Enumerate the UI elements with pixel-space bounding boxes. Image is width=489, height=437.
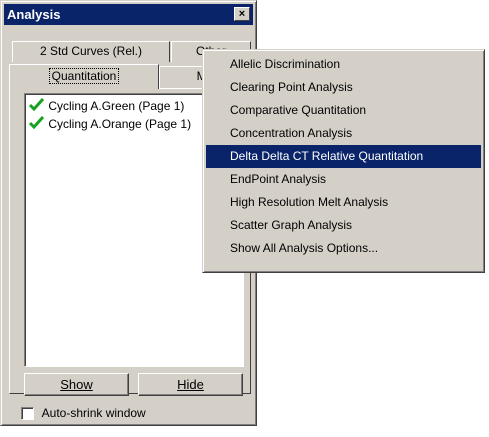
- menu-item-label: Show All Analysis Options...: [230, 241, 379, 255]
- hide-button[interactable]: Hide: [138, 373, 243, 396]
- auto-shrink-option[interactable]: Auto-shrink window: [21, 405, 146, 421]
- menu-item-label: High Resolution Melt Analysis: [230, 195, 389, 209]
- analysis-type-menu: Allelic Discrimination Clearing Point An…: [202, 49, 485, 273]
- auto-shrink-checkbox[interactable]: [21, 407, 34, 421]
- menu-item-label: Scatter Graph Analysis: [230, 218, 353, 232]
- tab-label: Quantitation: [48, 68, 120, 84]
- menu-item-delta-delta-ct[interactable]: Delta Delta CT Relative Quantitation: [206, 145, 481, 168]
- list-item-label: Cycling A.Orange (Page 1): [48, 117, 192, 131]
- title-bar[interactable]: Analysis ×: [4, 4, 253, 25]
- menu-item-allelic-discrimination[interactable]: Allelic Discrimination: [206, 53, 481, 76]
- menu-item-clearing-point-analysis[interactable]: Clearing Point Analysis: [206, 76, 481, 99]
- menu-item-label: Comparative Quantitation: [230, 103, 367, 117]
- menu-item-label: Delta Delta CT Relative Quantitation: [230, 149, 424, 163]
- menu-item-concentration-analysis[interactable]: Concentration Analysis: [206, 122, 481, 145]
- auto-shrink-label: Auto-shrink window: [41, 406, 146, 420]
- tab-2-std-curves[interactable]: 2 Std Curves (Rel.): [12, 41, 170, 62]
- tab-label: 2 Std Curves (Rel.): [39, 44, 143, 58]
- menu-item-scatter-graph[interactable]: Scatter Graph Analysis: [206, 214, 481, 237]
- menu-item-label: EndPoint Analysis: [230, 172, 327, 186]
- window-title: Analysis: [7, 7, 61, 22]
- close-button[interactable]: ×: [234, 7, 250, 21]
- menu-item-show-all-options[interactable]: Show All Analysis Options...: [206, 237, 481, 260]
- list-item-label: Cycling A.Green (Page 1): [48, 99, 185, 113]
- menu-item-label: Clearing Point Analysis: [230, 80, 353, 94]
- list-item[interactable]: Cycling A.Orange (Page 1): [28, 115, 192, 134]
- checkmark-icon: [28, 115, 45, 134]
- button-label: Hide: [177, 377, 204, 392]
- menu-item-endpoint-analysis[interactable]: EndPoint Analysis: [206, 168, 481, 191]
- button-label: Show: [60, 377, 93, 392]
- close-icon: ×: [238, 8, 246, 20]
- menu-item-comparative-quantitation[interactable]: Comparative Quantitation: [206, 99, 481, 122]
- tab-quantitation[interactable]: Quantitation: [9, 64, 159, 89]
- list-item[interactable]: Cycling A.Green (Page 1): [28, 97, 185, 116]
- show-button[interactable]: Show: [24, 373, 129, 396]
- menu-item-label: Concentration Analysis: [230, 126, 353, 140]
- checkmark-icon: [28, 97, 45, 116]
- menu-item-label: Allelic Discrimination: [230, 57, 341, 71]
- menu-item-high-resolution-melt[interactable]: High Resolution Melt Analysis: [206, 191, 481, 214]
